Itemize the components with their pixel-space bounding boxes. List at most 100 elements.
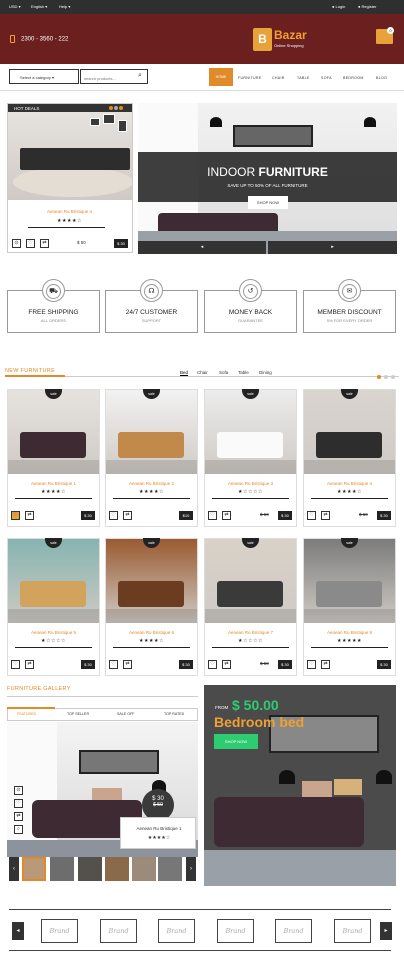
- gallery-thumbnail[interactable]: [50, 857, 74, 881]
- filter-bed[interactable]: Bed: [180, 370, 188, 375]
- nav-chair[interactable]: CHAIR: [272, 76, 285, 80]
- shuffle-icon[interactable]: ⇄: [222, 660, 231, 669]
- product-name[interactable]: Aenean Ru Bristique 1: [7, 481, 100, 486]
- banner-prev-button[interactable]: ◂: [138, 241, 266, 254]
- nav-home[interactable]: HOME: [209, 68, 233, 86]
- gallery-thumbnail[interactable]: [132, 857, 156, 881]
- nav-table[interactable]: TABLE: [297, 76, 310, 80]
- heart-icon[interactable]: ♡: [307, 660, 316, 669]
- carousel-dot[interactable]: [391, 375, 395, 379]
- gallery-thumbnail[interactable]: [158, 857, 182, 881]
- product-image[interactable]: [304, 539, 395, 623]
- product-image[interactable]: [205, 390, 296, 474]
- logo[interactable]: B Bazar Online Shopping: [253, 28, 313, 54]
- shuffle-icon[interactable]: ⇄: [25, 660, 34, 669]
- tab-sale-off[interactable]: SALE OFF: [117, 712, 134, 716]
- brand-logo[interactable]: Brand: [334, 919, 371, 943]
- product-price: $ 30: [278, 511, 292, 520]
- login-link[interactable]: ● Login: [332, 4, 345, 9]
- carousel-dot[interactable]: [377, 375, 381, 379]
- carousel-dot[interactable]: [384, 375, 388, 379]
- language-select[interactable]: English ▾: [31, 4, 47, 9]
- heart-icon[interactable]: ♡: [208, 660, 217, 669]
- nav-blog[interactable]: BLOG: [376, 76, 387, 80]
- product-price: $ 30: [179, 660, 193, 669]
- search-icon[interactable]: ⌕: [138, 72, 142, 80]
- brand-logo[interactable]: Brand: [158, 919, 195, 943]
- filter-dining[interactable]: Dining: [259, 370, 272, 375]
- product-image[interactable]: [304, 390, 395, 474]
- banner-title-bold: FURNITURE: [258, 165, 328, 179]
- promo-shop-now-button[interactable]: SHOP NOW: [214, 734, 258, 749]
- slider-dot[interactable]: [109, 106, 113, 110]
- heart-icon[interactable]: ♡: [26, 239, 35, 248]
- banner-next-button[interactable]: ▸: [268, 241, 397, 254]
- product-name[interactable]: Aenean Ru Bristique 6: [105, 630, 198, 635]
- heart-icon[interactable]: ♡: [14, 799, 23, 808]
- product-name[interactable]: Aenean Ru Bristique 5: [7, 630, 100, 635]
- product-name[interactable]: Aenean Ru Bristique 4: [303, 481, 396, 486]
- product-name[interactable]: Aenean Ru Bristique 8: [303, 630, 396, 635]
- currency-select[interactable]: USD ▾: [9, 4, 21, 9]
- product-rating: ★★★★☆: [337, 489, 362, 495]
- shuffle-icon[interactable]: ⇄: [123, 511, 132, 520]
- heart-icon[interactable]: ♡: [307, 511, 316, 520]
- tab-top-rated[interactable]: TOP RATED: [164, 712, 184, 716]
- gallery-thumbnail[interactable]: [78, 857, 102, 881]
- thumb-next-button[interactable]: ›: [186, 857, 196, 881]
- product-name[interactable]: Aenean Ru Bristique 7: [204, 630, 297, 635]
- brand-logo[interactable]: Brand: [217, 919, 254, 943]
- brand-logo[interactable]: Brand: [275, 919, 312, 943]
- register-link[interactable]: ● Register: [358, 4, 376, 9]
- nav-furniture[interactable]: FURNITURE: [238, 76, 261, 80]
- banner-shop-now-button[interactable]: SHOP NOW: [248, 196, 288, 209]
- filter-table[interactable]: Table: [238, 370, 249, 375]
- gallery-thumbnail[interactable]: [105, 857, 129, 881]
- compare-icon[interactable]: ⊙: [12, 239, 21, 248]
- heart-icon[interactable]: ♡: [208, 511, 217, 520]
- shuffle-icon[interactable]: ⇄: [14, 812, 23, 821]
- heart-icon[interactable]: ♡: [11, 511, 20, 520]
- wall-frame: [118, 120, 127, 132]
- hot-deals-image[interactable]: [8, 112, 132, 200]
- filter-chair[interactable]: Chair: [197, 370, 208, 375]
- product-image[interactable]: [106, 539, 197, 623]
- nav-bedroom[interactable]: BEDROOM: [343, 76, 364, 80]
- heart-icon[interactable]: ♡: [109, 511, 118, 520]
- filter-sofa[interactable]: Sofa: [219, 370, 228, 375]
- shuffle-icon[interactable]: ⇄: [222, 511, 231, 520]
- help-menu[interactable]: Help ▾: [59, 4, 70, 9]
- category-select[interactable]: Select a category ▾: [9, 69, 79, 84]
- heart-icon[interactable]: ♡: [109, 660, 118, 669]
- promo-price: $ 50.00: [232, 697, 279, 713]
- product-name[interactable]: Aenean Ru Bristique 2: [105, 481, 198, 486]
- shuffle-icon[interactable]: ⇄: [25, 511, 34, 520]
- nav-sofa[interactable]: SOFA: [321, 76, 332, 80]
- heart-icon[interactable]: ♡: [11, 660, 20, 669]
- product-image[interactable]: [8, 539, 99, 623]
- shuffle-icon[interactable]: ⇄: [321, 660, 330, 669]
- tab-top-seller[interactable]: TOP SELLER: [67, 712, 89, 716]
- zoom-icon[interactable]: ⌕: [14, 825, 23, 834]
- brands-prev-button[interactable]: ◂: [12, 922, 24, 940]
- refund-glyph: ↺: [243, 284, 258, 299]
- slider-dot[interactable]: [119, 106, 123, 110]
- product-image[interactable]: [8, 390, 99, 474]
- truck-icon: ⛟: [42, 279, 65, 302]
- slider-dot[interactable]: [114, 106, 118, 110]
- shuffle-icon[interactable]: ⇄: [321, 511, 330, 520]
- gallery-product-name[interactable]: Aenean Ru Bristique 1: [121, 826, 197, 831]
- compare-icon[interactable]: ⊙: [14, 786, 23, 795]
- brand-logo[interactable]: Brand: [100, 919, 137, 943]
- tab-featured[interactable]: FEATURED: [17, 712, 36, 716]
- gallery-thumbnail[interactable]: [22, 857, 46, 881]
- product-image[interactable]: [106, 390, 197, 474]
- product-image[interactable]: [205, 539, 296, 623]
- shuffle-icon[interactable]: ⇄: [40, 239, 49, 248]
- brands-next-button[interactable]: ▸: [380, 922, 392, 940]
- shuffle-icon[interactable]: ⇄: [123, 660, 132, 669]
- brand-logo[interactable]: Brand: [41, 919, 78, 943]
- product-name[interactable]: Aenean Ru Bristique 3: [204, 481, 297, 486]
- hot-deals-product-name[interactable]: Aenean Ru Bristique 4: [23, 209, 116, 214]
- thumb-prev-button[interactable]: ‹: [9, 857, 19, 881]
